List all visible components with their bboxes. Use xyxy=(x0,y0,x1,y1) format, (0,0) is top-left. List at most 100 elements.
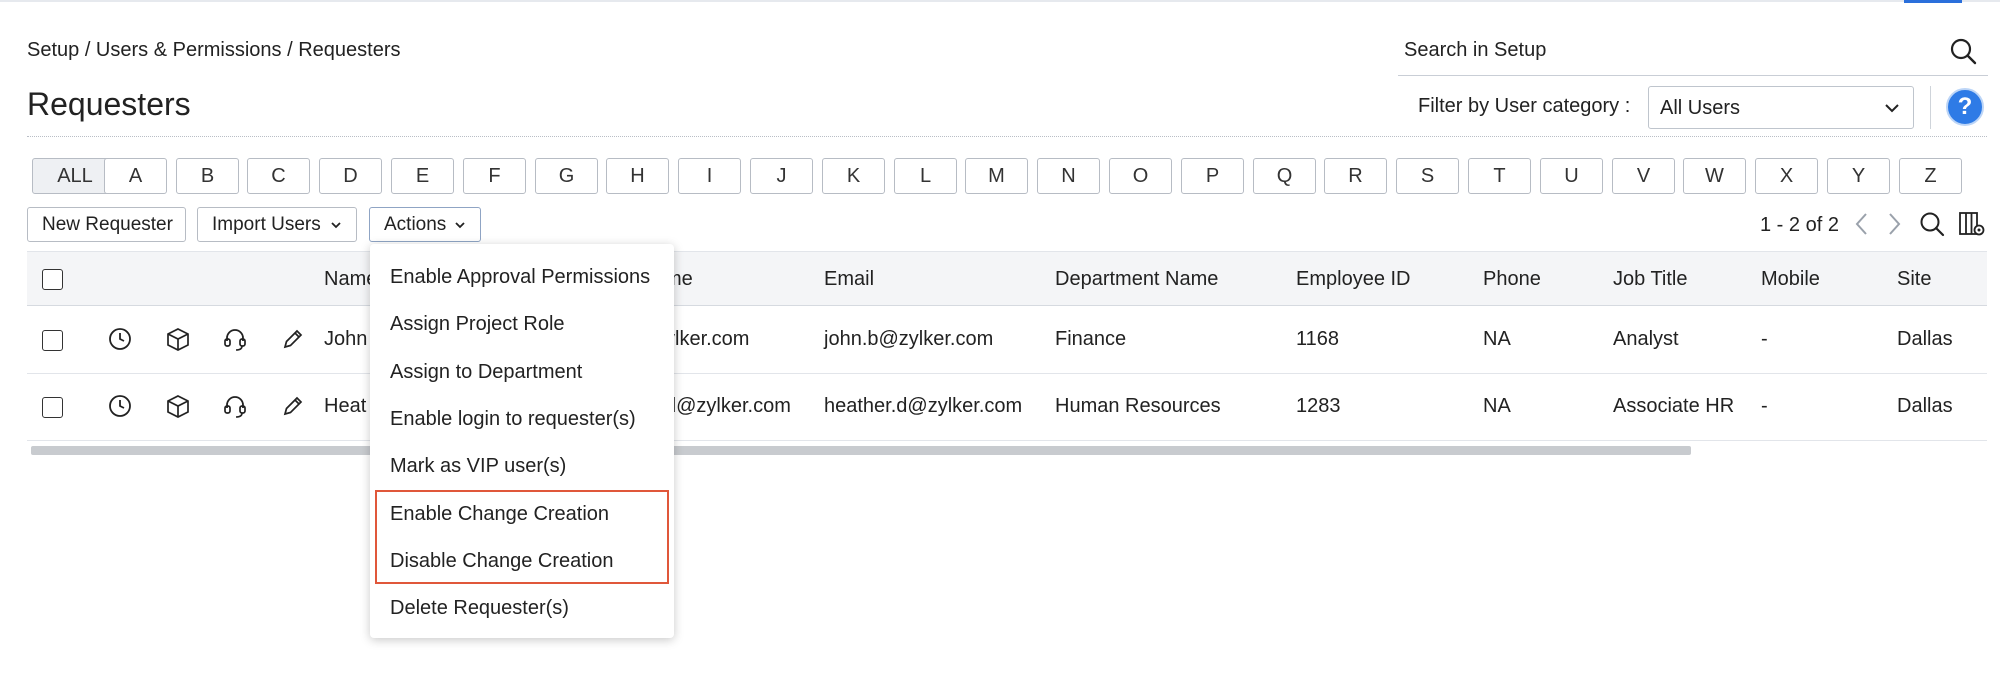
alpha-filter-q[interactable]: Q xyxy=(1253,158,1316,194)
search-placeholder: Search in Setup xyxy=(1404,39,1547,61)
table-row[interactable]: John ylker.com john.b@zylker.com Finance 116… xyxy=(27,307,1987,374)
table-search-icon[interactable] xyxy=(1918,210,1946,238)
chevron-down-icon xyxy=(455,222,465,229)
alpha-filter-h[interactable]: H xyxy=(606,158,669,194)
cell-employee-id: 1168 xyxy=(1296,328,1340,350)
alpha-filter-p[interactable]: P xyxy=(1181,158,1244,194)
column-header-email[interactable]: Email xyxy=(824,268,874,291)
cell-email: john.b@zylker.com xyxy=(824,328,994,350)
alpha-filter-r[interactable]: R xyxy=(1324,158,1387,194)
menu-item-enable-approval-permissions[interactable]: Enable Approval Permissions xyxy=(390,266,650,289)
alpha-filter-u[interactable]: U xyxy=(1540,158,1603,194)
cell-phone: NA xyxy=(1483,328,1511,350)
cell-job-title: Analyst xyxy=(1613,328,1679,350)
alpha-filter-l[interactable]: L xyxy=(894,158,957,194)
alpha-filter-b[interactable]: B xyxy=(176,158,239,194)
user-category-value: All Users xyxy=(1660,97,1741,119)
column-header-employee-id[interactable]: Employee ID xyxy=(1296,268,1411,291)
chevron-left-icon[interactable] xyxy=(1848,210,1876,238)
alpha-filter-c[interactable]: C xyxy=(247,158,310,194)
menu-item-enable-change-creation[interactable]: Enable Change Creation xyxy=(390,503,609,526)
alpha-filter-s[interactable]: S xyxy=(1396,158,1459,194)
table-row[interactable]: Heat d@zylker.com heather.d@zylker.com Huma… xyxy=(27,374,1987,441)
table-header: Name me Email Department Name Employee I… xyxy=(27,251,1987,306)
cell-name: Heat xyxy=(324,395,367,417)
column-header-site[interactable]: Site xyxy=(1897,268,1931,291)
column-header-department[interactable]: Department Name xyxy=(1055,268,1218,291)
page-title: Requesters xyxy=(27,86,191,122)
filter-label: Filter by User category : xyxy=(1418,95,1631,117)
cell-site: Dallas xyxy=(1897,395,1953,417)
support-headset-icon[interactable] xyxy=(222,393,248,419)
menu-item-disable-change-creation[interactable]: Disable Change Creation xyxy=(390,550,613,573)
alpha-filter-a[interactable]: A xyxy=(104,158,167,194)
cell-department: Finance xyxy=(1055,328,1127,350)
help-icon[interactable]: ? xyxy=(1946,88,1984,126)
alpha-filter-n[interactable]: N xyxy=(1037,158,1100,194)
user-category-select[interactable]: All Users xyxy=(1648,86,1914,129)
row-checkbox[interactable] xyxy=(42,397,63,418)
import-users-label: Import Users xyxy=(212,214,321,235)
alpha-filter-w[interactable]: W xyxy=(1683,158,1746,194)
cell-login-tail: d@zylker.com xyxy=(665,395,791,417)
alpha-filter-i[interactable]: I xyxy=(678,158,741,194)
header-divider xyxy=(1930,86,1931,129)
alpha-filter-y[interactable]: Y xyxy=(1827,158,1890,194)
menu-item-enable-login[interactable]: Enable login to requester(s) xyxy=(390,408,636,431)
column-header-phone[interactable]: Phone xyxy=(1483,268,1541,291)
new-requester-label: New Requester xyxy=(42,214,173,235)
alpha-filter-f[interactable]: F xyxy=(463,158,526,194)
cell-name: John xyxy=(324,328,368,350)
import-users-button[interactable]: Import Users xyxy=(197,207,357,242)
menu-item-mark-as-vip[interactable]: Mark as VIP user(s) xyxy=(390,455,566,478)
alpha-filter-z[interactable]: Z xyxy=(1899,158,1962,194)
chevron-down-icon xyxy=(1885,104,1899,113)
top-border xyxy=(0,0,2000,2)
column-header-mobile[interactable]: Mobile xyxy=(1761,268,1820,291)
new-requester-button[interactable]: New Requester xyxy=(27,207,186,242)
alpha-filter-e[interactable]: E xyxy=(391,158,454,194)
cell-email: heather.d@zylker.com xyxy=(824,395,1023,417)
top-accent-bar xyxy=(1904,0,1962,3)
asset-box-icon[interactable] xyxy=(165,326,191,352)
edit-pencil-icon[interactable] xyxy=(280,393,306,419)
setup-search-input[interactable]: Search in Setup xyxy=(1398,28,1988,76)
alpha-filter-v[interactable]: V xyxy=(1612,158,1675,194)
alpha-filter-d[interactable]: D xyxy=(319,158,382,194)
cell-mobile: - xyxy=(1761,328,1768,350)
cell-phone: NA xyxy=(1483,395,1511,417)
breadcrumb[interactable]: Setup / Users & Permissions / Requesters xyxy=(27,39,400,62)
edit-pencil-icon[interactable] xyxy=(280,326,306,352)
cell-job-title: Associate HR xyxy=(1613,395,1735,417)
cell-mobile: - xyxy=(1761,395,1768,417)
actions-label: Actions xyxy=(384,214,447,235)
alpha-filter-o[interactable]: O xyxy=(1109,158,1172,194)
history-icon[interactable] xyxy=(107,393,133,419)
actions-dropdown-menu: Enable Approval Permissions Assign Projec… xyxy=(370,244,674,638)
chevron-down-icon xyxy=(331,222,341,229)
alpha-filter-m[interactable]: M xyxy=(965,158,1028,194)
menu-item-assign-project-role[interactable]: Assign Project Role xyxy=(390,313,565,336)
menu-item-assign-to-department[interactable]: Assign to Department xyxy=(390,361,582,384)
actions-button[interactable]: Actions xyxy=(369,207,481,242)
alpha-filter-g[interactable]: G xyxy=(535,158,598,194)
menu-item-delete-requesters[interactable]: Delete Requester(s) xyxy=(390,597,569,620)
alpha-filter-k[interactable]: K xyxy=(822,158,885,194)
horizontal-scrollbar[interactable] xyxy=(31,446,1691,455)
alpha-filter-j[interactable]: J xyxy=(750,158,813,194)
select-all-checkbox[interactable] xyxy=(42,269,63,290)
column-settings-icon[interactable] xyxy=(1958,210,1986,238)
column-header-job-title[interactable]: Job Title xyxy=(1613,268,1687,291)
alpha-filter-t[interactable]: T xyxy=(1468,158,1531,194)
cell-login-tail: ylker.com xyxy=(665,328,750,350)
search-icon[interactable] xyxy=(1948,36,1978,66)
history-icon[interactable] xyxy=(107,326,133,352)
cell-site: Dallas xyxy=(1897,328,1953,350)
alpha-filter-x[interactable]: X xyxy=(1755,158,1818,194)
chevron-right-icon[interactable] xyxy=(1880,210,1908,238)
row-checkbox[interactable] xyxy=(42,330,63,351)
support-headset-icon[interactable] xyxy=(222,326,248,352)
cell-department: Human Resources xyxy=(1055,395,1221,417)
pagination-info: 1 - 2 of 2 xyxy=(1760,214,1839,236)
asset-box-icon[interactable] xyxy=(165,393,191,419)
